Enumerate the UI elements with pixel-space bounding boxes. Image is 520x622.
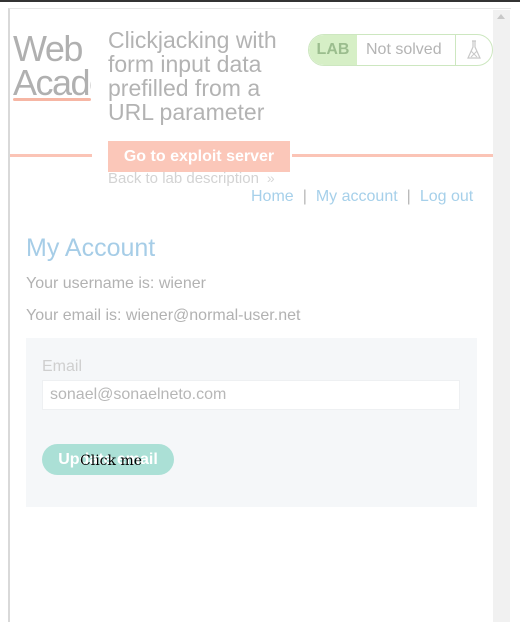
email-input[interactable]: sonael@sonaelneto.com [42, 380, 460, 410]
go-to-exploit-server-button[interactable]: Go to exploit server [108, 141, 290, 172]
top-navigation: Home | My account | Log out [251, 188, 473, 206]
double-chevron-right-icon: » [266, 170, 275, 186]
email-field-label: Email [42, 358, 83, 375]
back-to-lab-description-link[interactable]: Back to lab description » [108, 170, 275, 187]
logo-line-2: Acade [13, 62, 91, 103]
lab-status-text: Not solved [366, 41, 442, 58]
back-link-label: Back to lab description [108, 170, 259, 187]
window-top-border [0, 0, 520, 2]
lab-status-widget: LAB Not solved [308, 34, 493, 66]
nav-my-account-link[interactable]: My account [316, 188, 398, 205]
logo-line-1: Web S [13, 32, 91, 69]
nav-log-out-link[interactable]: Log out [420, 188, 473, 205]
page-title: My Account [26, 234, 156, 262]
nav-separator: | [406, 188, 411, 205]
lab-title-block: Clickjacking with form input data prefil… [92, 24, 292, 192]
lab-badge: LAB [309, 35, 357, 65]
email-text: Your email is: wiener@normal-user.net [26, 307, 301, 324]
click-me-decoy-text[interactable]: Click me [80, 453, 142, 469]
scroll-up-arrow-icon[interactable] [497, 14, 505, 19]
lab-title: Clickjacking with form input data prefil… [108, 27, 277, 125]
change-email-form: Email sonael@sonaelneto.com Update email [26, 338, 477, 507]
web-security-academy-logo[interactable]: Web S Acade [13, 32, 91, 104]
logo-underline [13, 98, 91, 101]
username-text: Your username is: wiener [26, 275, 206, 292]
nav-home-link[interactable]: Home [251, 188, 294, 205]
nav-separator: | [302, 188, 307, 205]
flask-icon [455, 35, 492, 65]
vertical-scrollbar[interactable] [493, 10, 510, 622]
